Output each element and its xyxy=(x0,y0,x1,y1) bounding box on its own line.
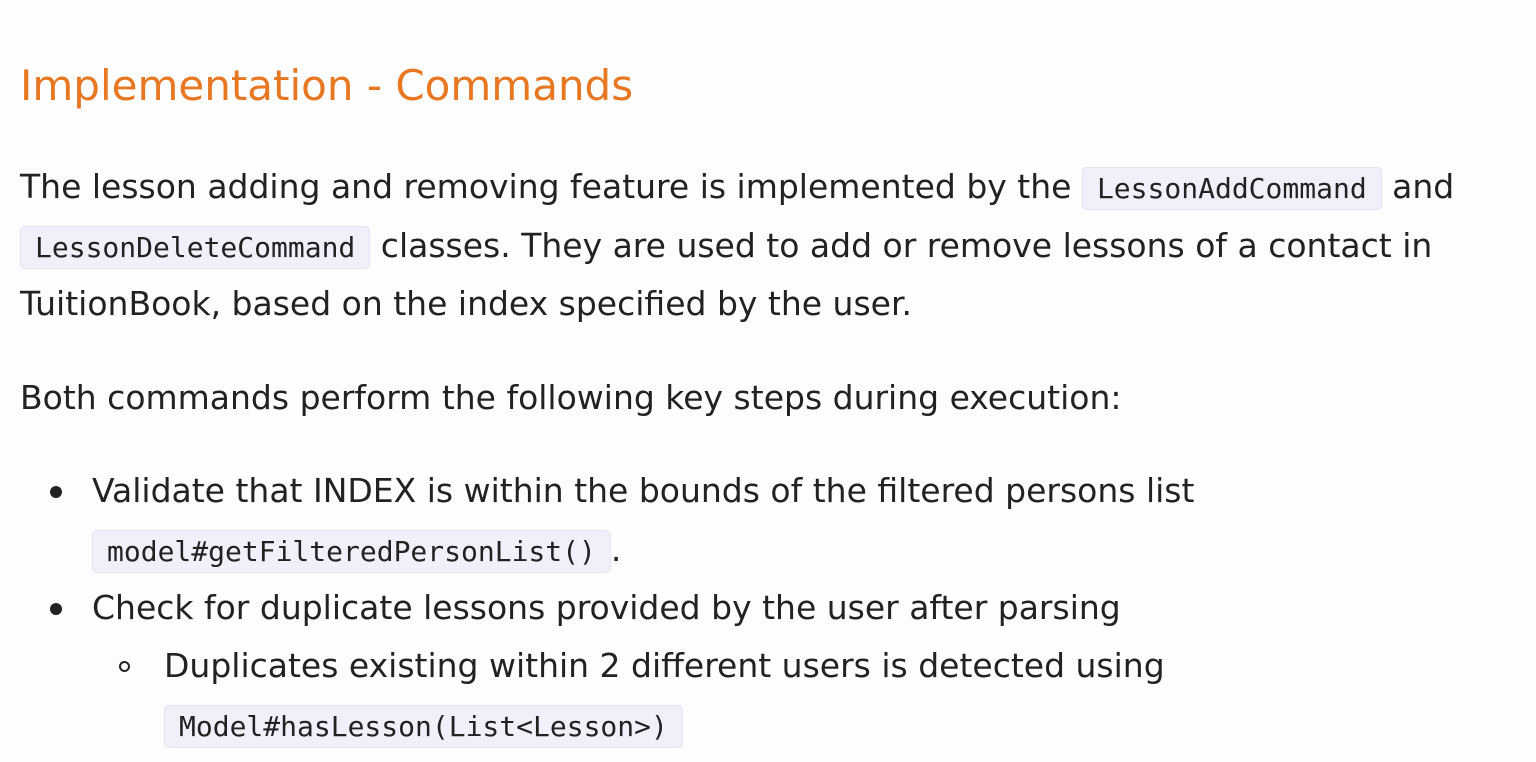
substep-1-text: Duplicates existing within 2 different u… xyxy=(164,646,1165,685)
intro-text-3: TuitionBook, based on the index specifie… xyxy=(20,284,912,323)
document-page: Implementation - Commands The lesson add… xyxy=(0,0,1536,762)
code-has-lesson: Model#hasLesson(List<Lesson>) xyxy=(164,705,683,748)
substep-1-line-2: Model#hasLesson(List<Lesson>) xyxy=(164,696,683,756)
step-1-line-2: model#getFilteredPersonList(). xyxy=(92,521,621,581)
bullet-dot-icon xyxy=(50,603,62,615)
bullet-dot-icon xyxy=(50,486,62,498)
intro-text-1: The lesson adding and removing feature i… xyxy=(20,167,1072,206)
code-lesson-add-command: LessonAddCommand xyxy=(1081,167,1382,210)
step-1-line-1: Validate that INDEX is within the bounds… xyxy=(92,462,1194,520)
step-2-line-1: Check for duplicate lessons provided by … xyxy=(92,579,1121,637)
step-1-text: Validate that INDEX is within the bounds… xyxy=(92,471,1195,510)
intro-text-2: classes. They are used to add or remove … xyxy=(380,226,1433,265)
substep-1-line-1: Duplicates existing within 2 different u… xyxy=(164,637,1165,695)
step-1-suffix: . xyxy=(610,530,622,569)
steps-intro-text: Both commands perform the following key … xyxy=(20,378,1122,417)
intro-line-2: LessonDeleteCommand classes. They are us… xyxy=(20,217,1432,277)
bullet-circle-icon xyxy=(119,661,130,672)
steps-intro: Both commands perform the following key … xyxy=(20,369,1122,427)
section-heading: Implementation - Commands xyxy=(20,61,634,110)
intro-line-3: TuitionBook, based on the index specifie… xyxy=(20,275,912,333)
intro-line-1: The lesson adding and removing feature i… xyxy=(20,158,1454,218)
intro-and: and xyxy=(1392,167,1455,206)
step-2-text: Check for duplicate lessons provided by … xyxy=(92,588,1121,627)
code-get-filtered-person-list: model#getFilteredPersonList() xyxy=(92,530,611,573)
code-lesson-delete-command: LessonDeleteCommand xyxy=(20,226,371,269)
